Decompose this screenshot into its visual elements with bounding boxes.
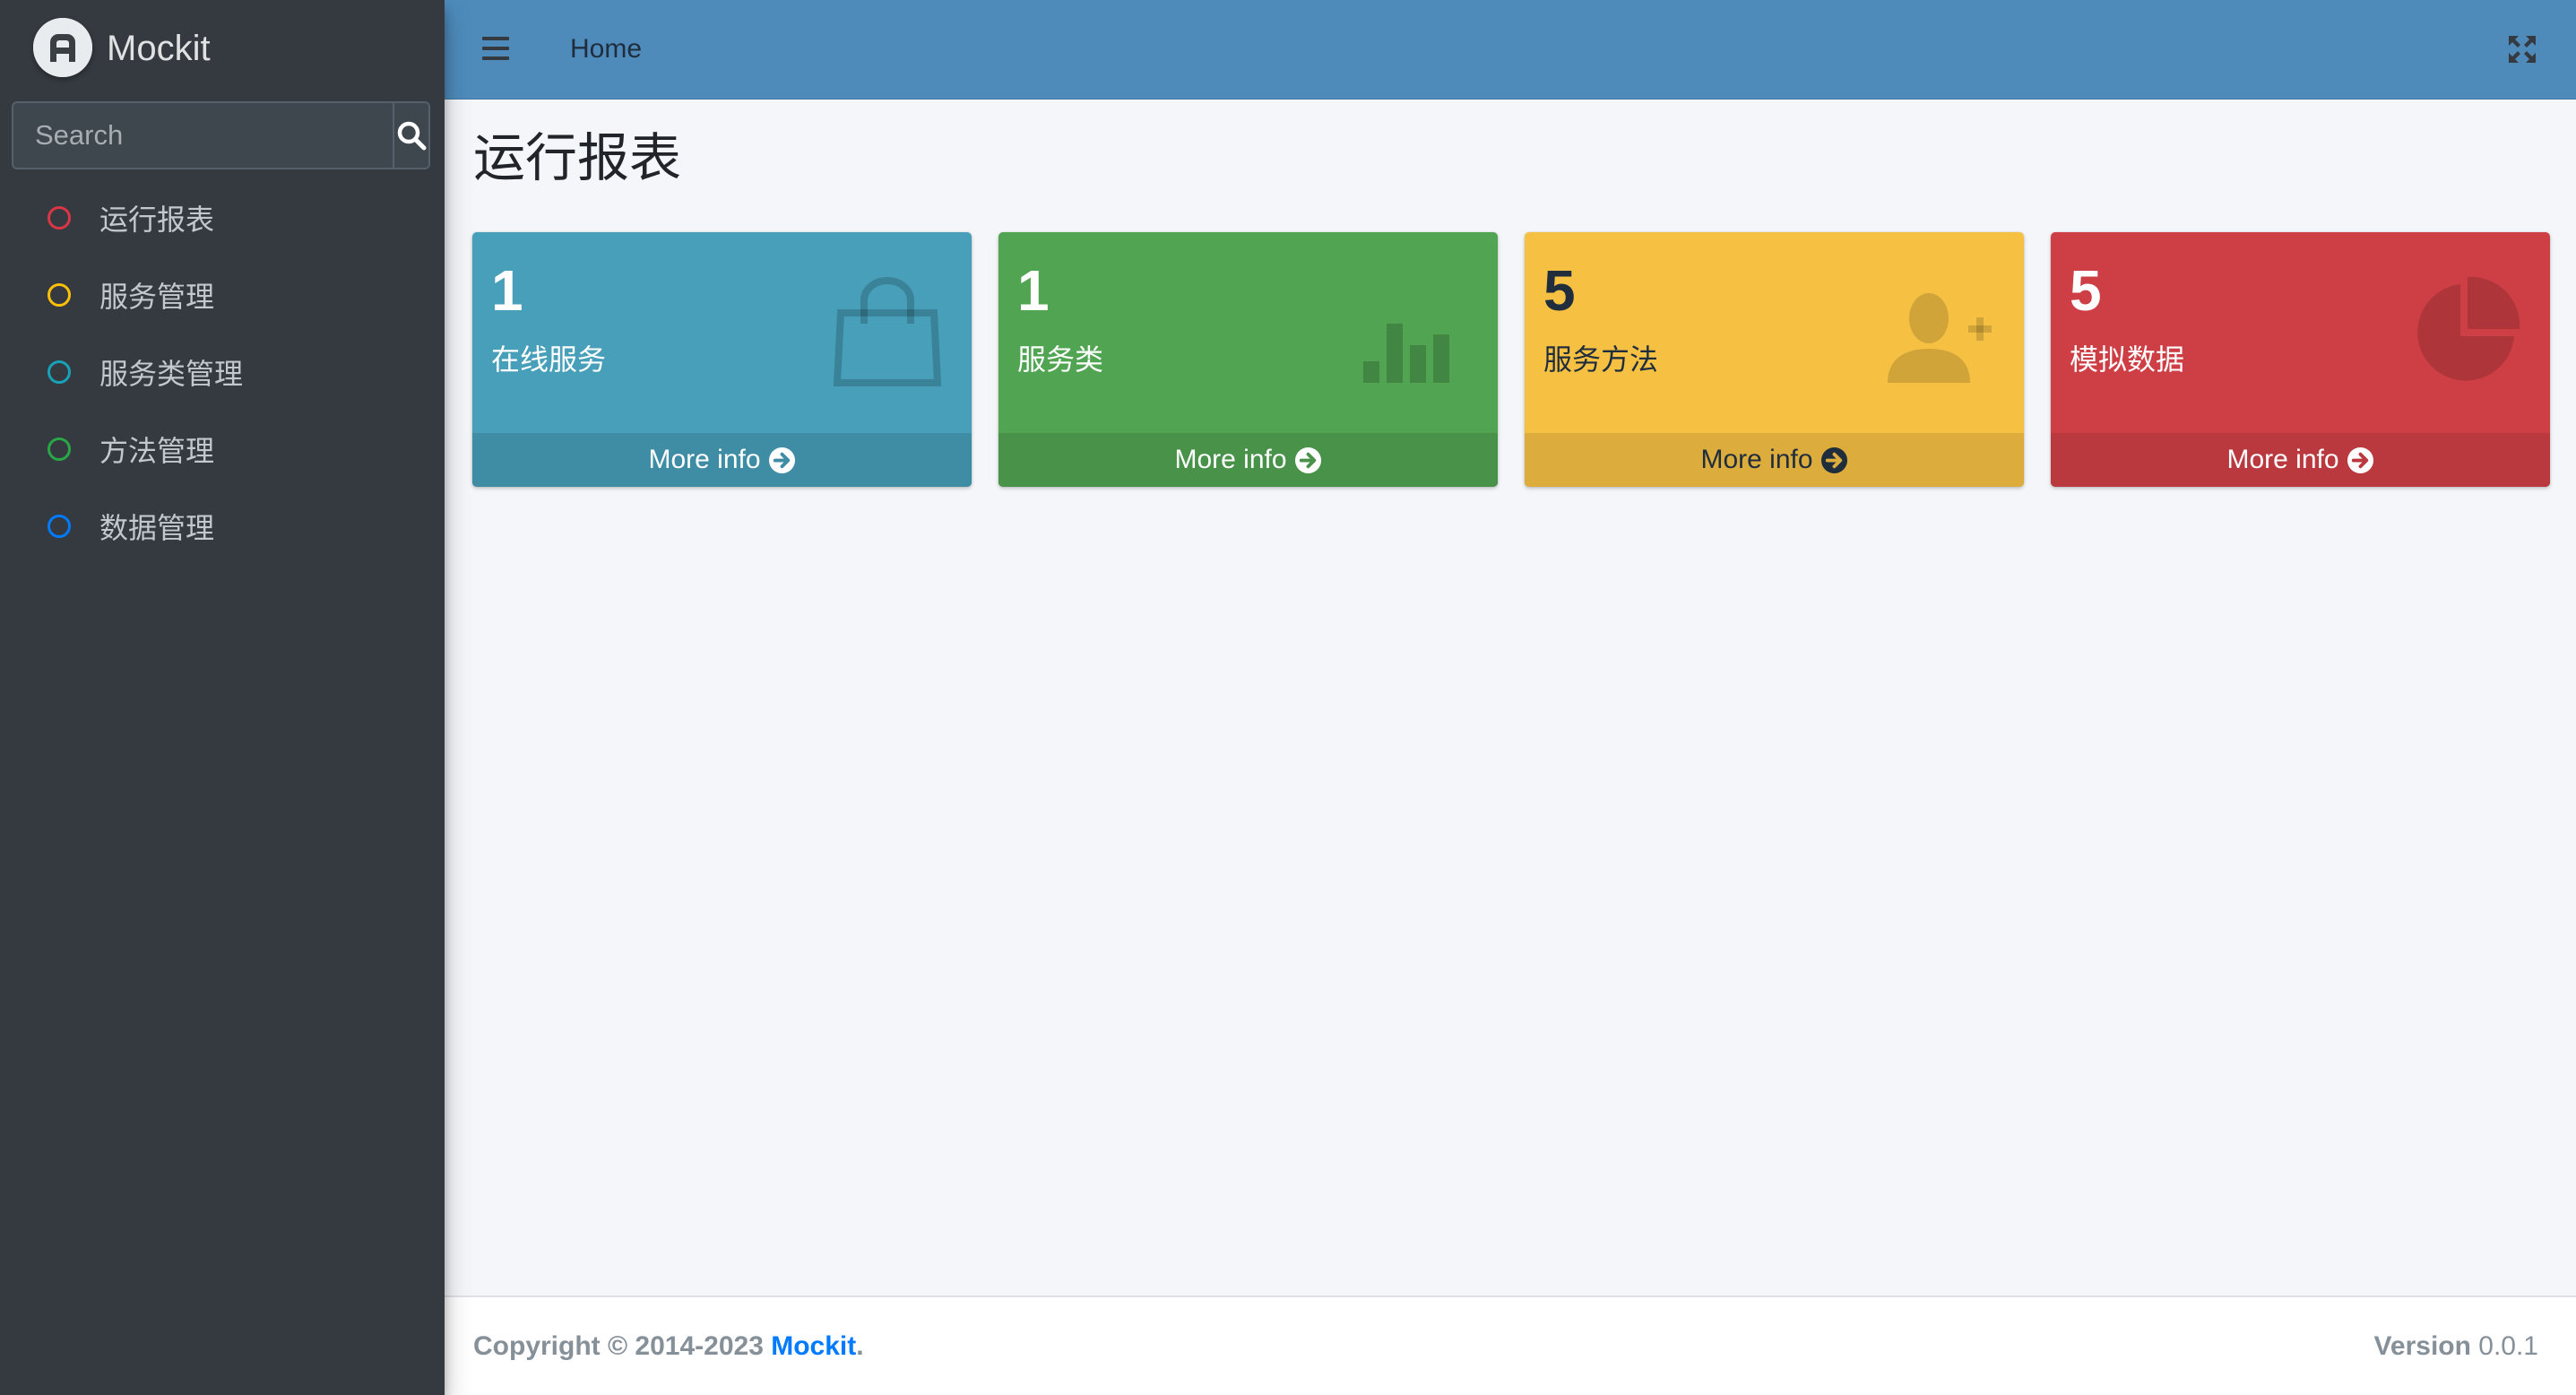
sidebar-item-data-management[interactable]: 数据管理 <box>0 488 445 565</box>
sidebar-item-service-class-management[interactable]: 服务类管理 <box>0 334 445 411</box>
arrow-circle-right-icon <box>2347 446 2373 473</box>
sidebar-item-label: 方法管理 <box>99 435 215 467</box>
more-info-label: More info <box>1700 445 1813 474</box>
brand-link[interactable]: Mockit <box>0 0 445 99</box>
circle-icon <box>48 438 71 461</box>
box-number: 5 <box>2070 258 2102 323</box>
small-box-online-services: 1 在线服务 More info <box>472 232 972 487</box>
version-label: Version <box>2373 1331 2471 1361</box>
box-label: 在线服务 <box>491 343 607 376</box>
more-info-link[interactable]: More info <box>2051 433 2550 487</box>
small-box-service-methods: 5 服务方法 More info <box>1525 232 2024 487</box>
sidebar-item-label: 运行报表 <box>99 204 215 236</box>
bar-chart-icon <box>1356 273 1473 390</box>
circle-icon <box>48 515 71 538</box>
page-title: 运行报表 <box>473 129 682 187</box>
search-button[interactable] <box>393 103 428 168</box>
footer-brand-link[interactable]: Mockit <box>771 1331 856 1361</box>
arrow-circle-right-icon <box>1820 446 1847 473</box>
more-info-link[interactable]: More info <box>472 433 972 487</box>
arrow-circle-right-icon <box>1294 446 1321 473</box>
hamburger-icon <box>482 37 509 60</box>
sidebar-search <box>12 101 430 169</box>
small-box-mock-data: 5 模拟数据 More info <box>2051 232 2550 487</box>
sidebar-item-label: 服务管理 <box>99 281 215 313</box>
top-navbar: Home <box>445 0 2576 100</box>
home-link[interactable]: Home <box>570 32 642 66</box>
small-box-service-classes: 1 服务类 More info <box>998 232 1498 487</box>
menu-toggle-button[interactable] <box>480 34 513 63</box>
sidebar-item-method-management[interactable]: 方法管理 <box>0 411 445 488</box>
more-info-label: More info <box>2226 445 2339 474</box>
version-value: 0.0.1 <box>2470 1331 2538 1361</box>
more-info-link[interactable]: More info <box>1525 433 2024 487</box>
page-footer: Copyright © 2014-2023 Mockit. Version 0.… <box>445 1295 2576 1395</box>
brand-logo-icon <box>33 18 92 77</box>
fullscreen-button[interactable] <box>2506 33 2538 65</box>
expand-arrows-icon <box>2509 36 2536 63</box>
sidebar-item-report[interactable]: 运行报表 <box>0 179 445 256</box>
more-info-link[interactable]: More info <box>998 433 1498 487</box>
copyright-period: . <box>856 1331 864 1361</box>
more-info-label: More info <box>648 445 761 474</box>
box-label: 服务方法 <box>1543 343 1659 376</box>
more-info-label: More info <box>1174 445 1287 474</box>
box-number: 5 <box>1543 258 1576 323</box>
arrow-circle-right-icon <box>768 446 795 473</box>
user-plus-icon <box>1882 273 1999 390</box>
box-label: 模拟数据 <box>2070 343 2185 376</box>
shopping-bag-icon <box>830 273 947 390</box>
circle-icon <box>48 283 71 307</box>
box-label: 服务类 <box>1017 343 1104 376</box>
sidebar-item-label: 服务类管理 <box>99 358 244 390</box>
sidebar: Mockit 运行报表 服务管理 服务类管理 方法管理 数 <box>0 0 445 1395</box>
circle-icon <box>48 360 71 384</box>
box-number: 1 <box>491 258 523 323</box>
circle-icon <box>48 206 71 230</box>
copyright-text: Copyright © 2014-2023 <box>473 1331 772 1361</box>
pie-chart-icon <box>2408 273 2525 390</box>
sidebar-item-label: 数据管理 <box>99 512 215 544</box>
sidebar-nav: 运行报表 服务管理 服务类管理 方法管理 数据管理 <box>0 179 445 565</box>
sidebar-item-service-management[interactable]: 服务管理 <box>0 256 445 334</box>
search-input[interactable] <box>13 103 393 168</box>
brand-name: Mockit <box>107 29 211 68</box>
search-icon <box>397 121 427 151</box>
copyright: Copyright © 2014-2023 Mockit. <box>473 1330 864 1364</box>
version-info: Version 0.0.1 <box>2374 1330 2538 1364</box>
box-number: 1 <box>1017 258 1050 323</box>
